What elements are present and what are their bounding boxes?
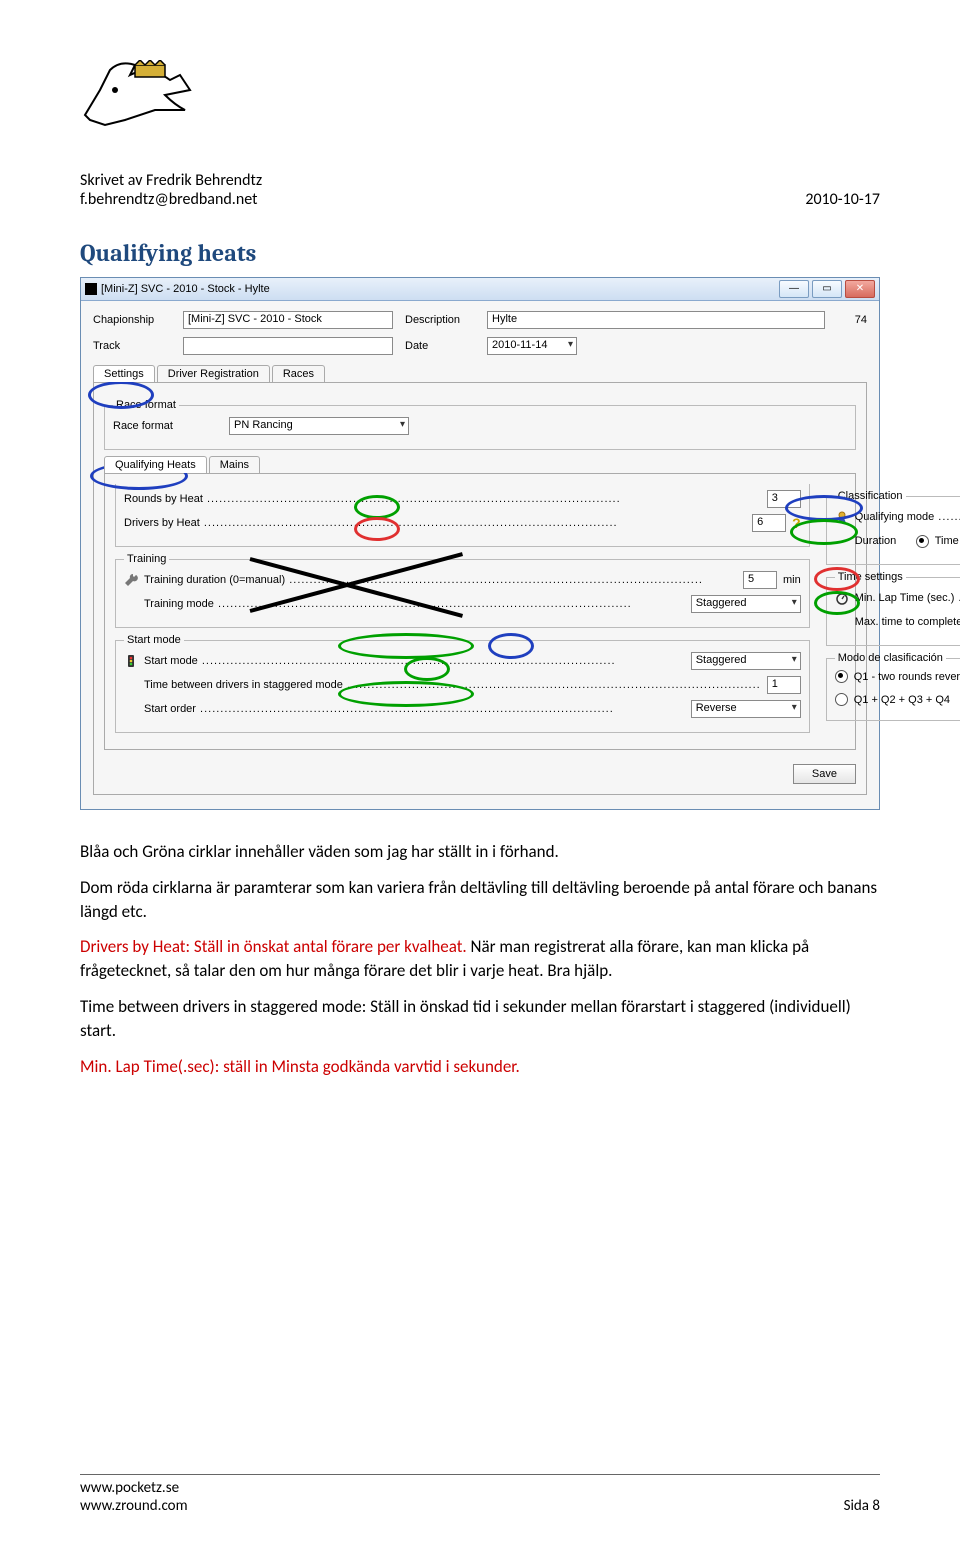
start-mode-legend: Start mode xyxy=(124,634,184,646)
wrench-icon xyxy=(124,573,138,587)
footer-url-1: www.pocketz.se xyxy=(80,1479,188,1497)
race-format-legend: Race format xyxy=(113,399,179,411)
duration-time-radio[interactable] xyxy=(916,535,929,548)
championship-field[interactable]: [Mini-Z] SVC - 2010 - Stock xyxy=(183,311,393,329)
start-mode-combo[interactable]: Staggered xyxy=(691,652,801,670)
tab-settings[interactable]: Settings xyxy=(93,365,155,382)
duration-time-label: Time xyxy=(935,535,959,547)
training-duration-label: Training duration (0=manual) xyxy=(144,574,737,586)
main-tabs: Settings Driver Registration Races xyxy=(93,365,867,383)
save-button[interactable]: Save xyxy=(793,764,856,784)
footer: www.pocketz.se www.zround.com Sida 8 xyxy=(80,1474,880,1515)
modo-opt1-radio[interactable] xyxy=(835,670,848,683)
modo-opt2-label: Q1 + Q2 + Q3 + Q4 xyxy=(854,694,950,706)
help-icon[interactable]: ? xyxy=(792,515,801,531)
time-between-label: Time between drivers in staggered mode xyxy=(144,679,761,691)
qualifying-mode-label: Qualifying mode xyxy=(855,511,960,523)
footer-page: Sida 8 xyxy=(844,1497,880,1515)
training-legend: Training xyxy=(124,553,169,565)
maximize-button[interactable]: ▭ xyxy=(812,280,842,298)
number-74: 74 xyxy=(837,314,867,326)
window-title: [Mini-Z] SVC - 2010 - Stock - Hylte xyxy=(101,283,270,295)
tab-races[interactable]: Races xyxy=(272,365,325,382)
training-mode-label: Training mode xyxy=(144,598,685,610)
footer-url-2: www.zround.com xyxy=(80,1497,188,1515)
rounds-by-heat-field[interactable]: 3 xyxy=(767,490,801,508)
race-format-label: Race format xyxy=(113,420,223,432)
time-settings-legend: Time settings xyxy=(835,571,906,583)
rounds-by-heat-label: Rounds by Heat xyxy=(124,493,761,505)
stopwatch-icon xyxy=(835,591,849,605)
race-format-combo[interactable]: PN Rancing xyxy=(229,417,409,435)
paragraph-3: Drivers by Heat: Ställ in önskat antal f… xyxy=(80,935,880,983)
championship-label: Chapionship xyxy=(93,314,171,326)
duration-label: Duration xyxy=(855,535,910,547)
author-email: f.behrendtz@bredband.net xyxy=(80,190,262,209)
start-mode-label: Start mode xyxy=(144,655,685,667)
training-duration-field[interactable]: 5 xyxy=(743,571,777,589)
doc-date: 2010-10-17 xyxy=(805,190,880,209)
max-lap-label: Max. time to complete last lap (sec.) xyxy=(855,616,960,628)
close-button[interactable]: ✕ xyxy=(845,280,875,298)
date-label: Date xyxy=(405,340,475,352)
start-order-combo[interactable]: Reverse xyxy=(691,700,801,718)
app-screenshot: [Mini-Z] SVC - 2010 - Stock - Hylte — ▭ … xyxy=(80,277,880,810)
description-label: Description xyxy=(405,314,475,326)
paragraph-5: Min. Lap Time(.sec): ställ in Minsta god… xyxy=(80,1055,880,1079)
training-mode-combo[interactable]: Staggered xyxy=(691,595,801,613)
modo-opt2-radio[interactable] xyxy=(835,693,848,706)
paragraph-2: Dom röda cirklarna är paramterar som kan… xyxy=(80,876,880,924)
date-field[interactable]: 2010-11-14 xyxy=(487,337,577,355)
modo-opt1-label: Q1 - two rounds reverser order + Q2 xyxy=(854,671,960,683)
start-order-label: Start order xyxy=(144,703,685,715)
app-icon xyxy=(85,283,97,295)
classification-legend: Classification xyxy=(835,490,906,502)
min-lap-label: Min. Lap Time (sec.) xyxy=(855,592,960,604)
description-field[interactable]: Hylte xyxy=(487,311,825,329)
training-duration-unit: min xyxy=(783,574,801,586)
medal-icon xyxy=(835,510,849,524)
paragraph-1: Blåa och Gröna cirklar innehåller väden … xyxy=(80,840,880,864)
drivers-by-heat-field[interactable]: 6 xyxy=(752,514,786,532)
paragraph-3-red: Drivers by Heat: Ställ in önskat antal f… xyxy=(80,936,467,957)
minimize-button[interactable]: — xyxy=(779,280,809,298)
sub-tabs: Qualifying Heats Mains xyxy=(104,456,856,474)
track-field[interactable] xyxy=(183,337,393,355)
subtab-qualifying-heats[interactable]: Qualifying Heats xyxy=(104,456,207,473)
titlebar: [Mini-Z] SVC - 2010 - Stock - Hylte — ▭ … xyxy=(81,278,879,301)
modo-legend: Modo de clasificación xyxy=(835,652,946,664)
section-title: Qualifying heats xyxy=(80,239,880,267)
drivers-by-heat-label: Drivers by Heat xyxy=(124,517,746,529)
tab-driver-registration[interactable]: Driver Registration xyxy=(157,365,270,382)
track-label: Track xyxy=(93,340,171,352)
traffic-light-icon xyxy=(124,654,138,668)
paragraph-4: Time between drivers in staggered mode: … xyxy=(80,995,880,1043)
time-between-field[interactable]: 1 xyxy=(767,676,801,694)
author-line: Skrivet av Fredrik Behrendtz xyxy=(80,171,262,190)
subtab-mains[interactable]: Mains xyxy=(209,456,260,473)
logo xyxy=(80,60,880,135)
